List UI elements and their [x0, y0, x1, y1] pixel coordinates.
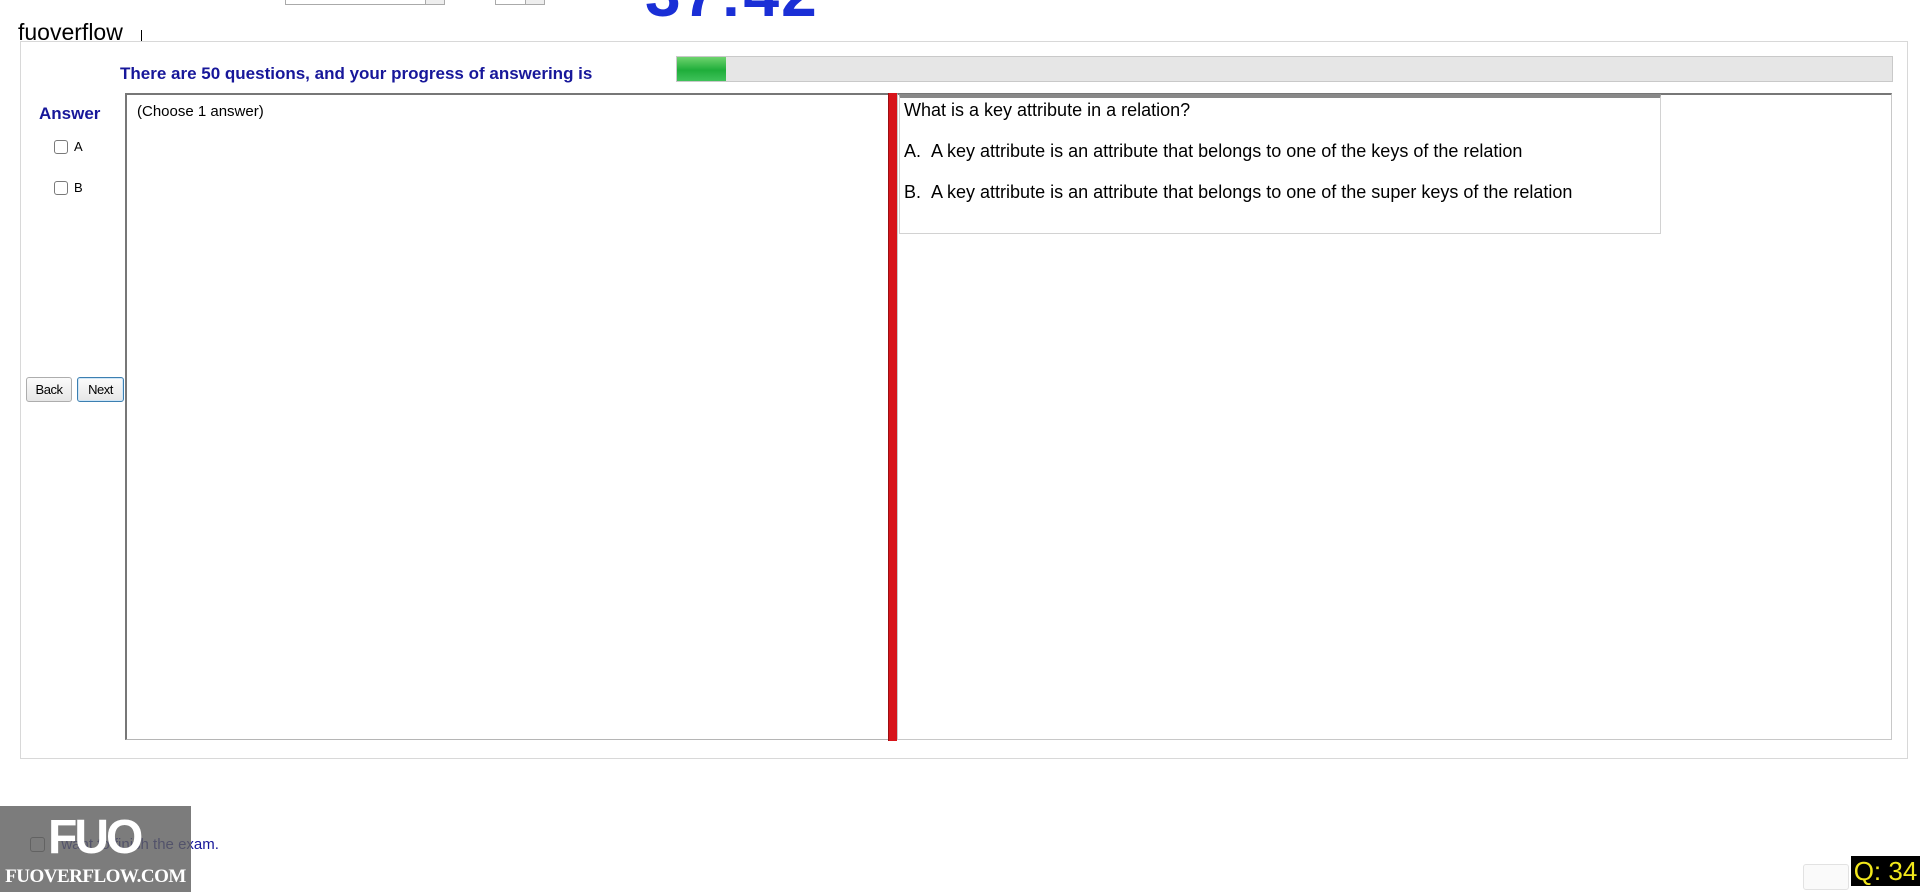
pane-splitter[interactable] — [888, 93, 897, 741]
watermark-text: FUOVERFLOW.COM — [5, 866, 186, 887]
watermark-logo-text: FUO — [48, 811, 143, 864]
answer-option-b[interactable]: B — [54, 180, 83, 195]
answer-b-checkbox[interactable] — [54, 180, 68, 195]
progress-text: There are 50 questions, and your progres… — [120, 64, 593, 83]
question-box: What is a key attribute in a relation? A… — [899, 94, 1661, 234]
question-text: What is a key attribute in a relation? — [904, 100, 1191, 120]
watermark-logo-mark: FUO — [48, 811, 143, 864]
question-option-a-text: A key attribute is an attribute that bel… — [931, 141, 1523, 161]
choose-hint: (Choose 1 answer) — [137, 103, 264, 120]
answer-b-label: B — [74, 180, 83, 195]
answer-pane: (Choose 1 answer) — [125, 93, 893, 740]
answer-a-checkbox[interactable] — [54, 139, 68, 154]
stepper-arrow-icon[interactable] — [525, 0, 544, 4]
top-stepper[interactable] — [495, 0, 545, 5]
top-dropdown[interactable] — [285, 0, 445, 5]
answer-a-label: A — [74, 139, 83, 154]
progress-fill — [677, 57, 726, 81]
exam-timer: 37:42 — [645, 0, 819, 26]
question-option-a: A. A key attribute is an attribute that … — [904, 141, 1522, 162]
question-option-b-text: A key attribute is an attribute that bel… — [931, 182, 1573, 202]
question-number-badge: Q: 34 — [1851, 856, 1920, 886]
next-button[interactable]: Next — [77, 377, 124, 402]
answer-option-a[interactable]: A — [54, 139, 83, 154]
answer-title: Answer — [39, 104, 101, 123]
dropdown-arrow-icon[interactable] — [425, 0, 444, 4]
bottom-control[interactable] — [1803, 864, 1849, 890]
progress-bar — [676, 56, 1893, 82]
question-option-b: B. A key attribute is an attribute that … — [904, 182, 1572, 203]
question-option-a-letter: A. — [904, 141, 922, 161]
watermark-logo: FUO FUOVERFLOW.COM — [0, 806, 191, 892]
question-option-b-letter: B. — [904, 182, 922, 202]
back-button[interactable]: Back — [26, 377, 72, 402]
